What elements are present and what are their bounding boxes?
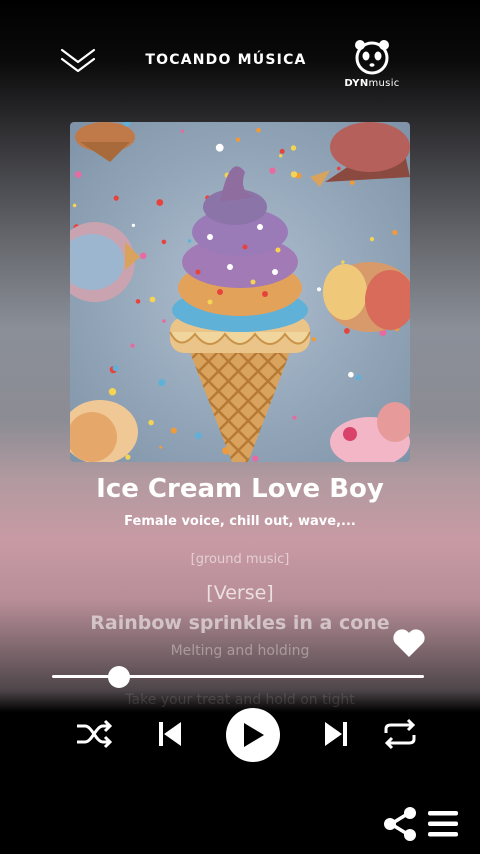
sprinkle <box>130 343 135 348</box>
sprinkle <box>269 167 276 174</box>
sprinkle <box>279 154 283 158</box>
sprinkle <box>180 129 185 134</box>
album-art <box>70 122 410 462</box>
lyric-line: [Verse] <box>206 582 274 604</box>
shuffle-icon[interactable] <box>72 712 116 756</box>
lyric-line: Take your treat and hold on tight <box>125 692 355 708</box>
sprinkle <box>161 239 167 245</box>
sprinkle <box>279 148 285 154</box>
play-button[interactable] <box>226 708 280 762</box>
sprinkle <box>256 127 261 133</box>
next-icon[interactable] <box>318 712 354 756</box>
sprinkle <box>158 379 166 387</box>
sprinkle <box>316 287 322 292</box>
progress-thumb[interactable] <box>107 666 130 688</box>
app-logo: DYNmusic <box>344 38 400 90</box>
sprinkle <box>355 374 362 381</box>
sprinkle <box>162 319 166 323</box>
sprinkle <box>170 427 177 434</box>
sprinkle <box>187 239 192 243</box>
sprinkle <box>125 454 131 460</box>
lyric-line: [ground music] <box>190 552 290 567</box>
sprinkle <box>215 143 224 152</box>
sprinkle <box>369 237 375 242</box>
sprinkle <box>290 171 298 178</box>
song-title: Ice Cream Love Boy <box>96 474 384 504</box>
sprinkle <box>113 195 119 201</box>
progress-slider[interactable] <box>52 666 424 688</box>
sprinkle <box>112 365 119 372</box>
sprinkle <box>341 260 345 264</box>
sprinkle <box>290 145 297 151</box>
sprinkle <box>195 432 202 439</box>
sprinkle <box>336 166 341 171</box>
like-heart-icon[interactable] <box>392 628 426 658</box>
song-subtitle: Female voice, chill out, wave,... <box>124 514 356 529</box>
sprinkle <box>135 299 141 304</box>
share-icon[interactable] <box>382 806 418 842</box>
previous-icon[interactable] <box>152 712 188 756</box>
sprinkle <box>252 455 259 462</box>
sprinkle <box>140 252 147 259</box>
repeat-icon[interactable] <box>378 712 422 756</box>
sprinkle <box>75 171 82 178</box>
sprinkle <box>131 223 135 227</box>
playback-controls <box>0 708 480 762</box>
play-icon <box>244 723 264 747</box>
queue-menu-icon[interactable] <box>426 808 460 840</box>
sprinkle <box>235 137 241 142</box>
sprinkle <box>344 328 350 334</box>
logo-text: DYNmusic <box>344 78 400 89</box>
sprinkle <box>311 337 316 342</box>
sprinkle <box>348 371 354 378</box>
sprinkle <box>149 296 156 303</box>
panda-logo-icon <box>355 40 389 75</box>
sprinkle <box>156 199 164 206</box>
sprinkle <box>159 445 163 449</box>
sprinkle <box>392 229 398 236</box>
sprinkle <box>349 180 355 185</box>
sprinkle <box>292 415 297 420</box>
sprinkle <box>108 388 117 396</box>
sprinkle <box>148 419 154 426</box>
sprinkle <box>72 203 77 208</box>
header: TOCANDO MÚSICA DYNmusic <box>0 36 480 90</box>
